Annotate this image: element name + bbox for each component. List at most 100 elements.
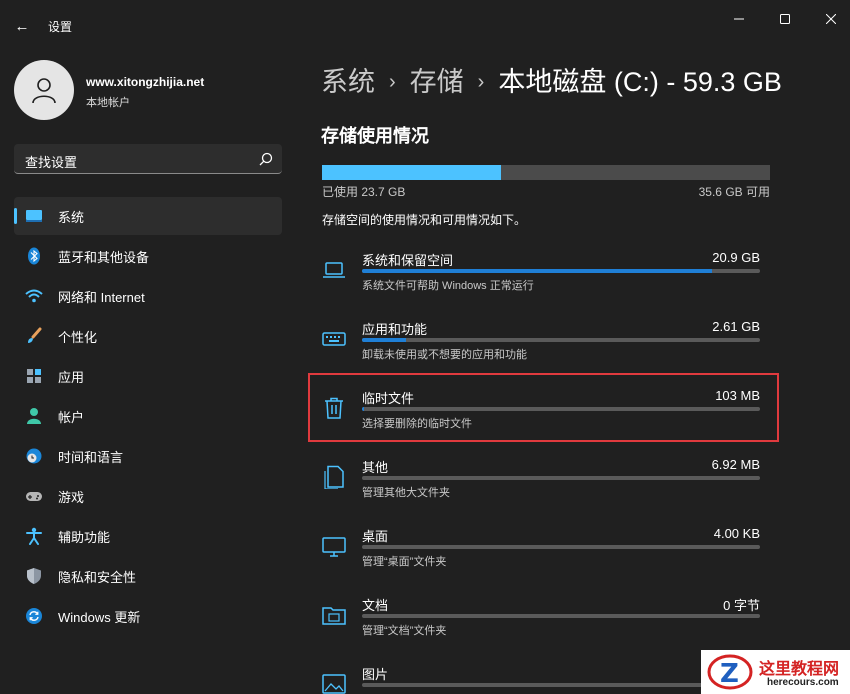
section-title: 存储使用情况: [321, 126, 429, 146]
category-name: 桌面: [362, 529, 389, 544]
site-logo-icon: Z: [707, 654, 753, 690]
category-size: 103 MB: [715, 388, 760, 403]
breadcrumb-separator: ›: [389, 71, 396, 93]
maximize-button[interactable]: [762, 6, 808, 32]
back-button[interactable]: ←: [10, 14, 34, 38]
accessibility-icon: [25, 527, 43, 545]
sidebar-item-label: 应用: [58, 369, 85, 385]
sidebar-item-label: 个性化: [58, 329, 98, 345]
sidebar-item-label: 游戏: [58, 489, 85, 505]
gamepad-icon: [25, 487, 43, 505]
monitor-icon: [322, 537, 346, 557]
shield-icon: [25, 567, 43, 585]
page-title: 本地磁盘 (C:) - 59.3 GB: [498, 67, 782, 97]
sidebar-item-network[interactable]: 网络和 Internet: [14, 277, 282, 315]
svg-text:Z: Z: [720, 659, 739, 689]
account-type: 本地帐户: [86, 97, 130, 109]
category-description: 管理其他大文件夹: [362, 487, 450, 499]
breadcrumb-storage-link[interactable]: 存储: [410, 67, 464, 97]
category-size: 4.00 KB: [713, 526, 760, 541]
minimize-icon: [734, 18, 744, 20]
category-temp-files[interactable]: 临时文件 103 MB 选择要删除的临时文件: [322, 388, 762, 448]
storage-usage-bar: [322, 165, 770, 180]
category-usage-fill: [362, 269, 713, 273]
sidebar-item-personalization[interactable]: 个性化: [14, 317, 282, 355]
brush-icon: [25, 327, 43, 345]
category-usage-fill: [362, 407, 364, 411]
free-space-label: 35.6 GB 可用: [698, 185, 770, 199]
keyboard-icon: [322, 332, 346, 346]
sidebar-item-windows-update[interactable]: Windows 更新: [14, 597, 282, 635]
category-description: 选择要删除的临时文件: [362, 418, 472, 430]
watermark: Z 这里教程网 herecours.com: [701, 650, 850, 694]
avatar[interactable]: [14, 60, 74, 120]
category-size: 20.9 GB: [712, 250, 760, 265]
laptop-icon: [323, 262, 345, 278]
profile-name: www.xitongzhijia.net: [86, 75, 205, 89]
sidebar-item-accessibility[interactable]: 辅助功能: [14, 517, 282, 555]
category-size: 6.92 MB: [711, 457, 760, 472]
category-name: 其他: [362, 460, 389, 475]
picture-icon: [322, 674, 346, 694]
category-name: 应用和功能: [362, 322, 428, 337]
category-other[interactable]: 其他 6.92 MB 管理其他大文件夹: [322, 457, 762, 517]
sidebar-item-label: 辅助功能: [58, 529, 111, 545]
sidebar-item-label: 帐户: [58, 409, 85, 425]
wifi-icon: [25, 287, 43, 305]
category-size: 0 字节: [723, 598, 760, 613]
category-name: 文档: [362, 598, 389, 613]
sidebar-item-accounts[interactable]: 帐户: [14, 397, 282, 435]
storage-usage-fill: [322, 165, 502, 180]
close-icon: [826, 14, 836, 24]
category-description: 管理“桌面”文件夹: [362, 556, 447, 568]
sidebar-item-system[interactable]: 系统: [14, 197, 282, 235]
back-arrow-icon: ←: [14, 17, 30, 35]
sidebar-item-privacy[interactable]: 隐私和安全性: [14, 557, 282, 595]
category-apps-features[interactable]: 应用和功能 2.61 GB 卸载未使用或不想要的应用和功能: [322, 319, 762, 379]
title-bar: ← 设置: [0, 0, 850, 50]
bluetooth-icon: [25, 247, 43, 265]
update-icon: [25, 607, 43, 625]
person-icon: [32, 78, 56, 104]
category-usage-bar: [362, 269, 760, 273]
close-button[interactable]: [808, 6, 850, 32]
sidebar-item-label: 网络和 Internet: [58, 289, 145, 305]
category-usage-bar: [362, 614, 760, 618]
person-icon: [25, 407, 43, 425]
category-name: 系统和保留空间: [362, 253, 454, 268]
search-icon[interactable]: [258, 151, 274, 167]
breadcrumb-separator: ›: [477, 71, 485, 93]
watermark-url: herecours.com: [767, 677, 839, 688]
globe-clock-icon: [25, 447, 43, 465]
category-size: 2.61 GB: [712, 319, 760, 334]
sidebar-item-label: 蓝牙和其他设备: [58, 249, 150, 265]
app-title: 设置: [48, 20, 73, 34]
sidebar-item-label: Windows 更新: [58, 609, 141, 625]
category-usage-bar: [362, 545, 760, 549]
folder-icon: [322, 607, 346, 625]
category-description: 系统文件可帮助 Windows 正常运行: [362, 280, 534, 292]
search-box[interactable]: 查找设置: [14, 144, 282, 174]
category-pictures[interactable]: 图片: [322, 664, 762, 694]
minimize-button[interactable]: [716, 6, 762, 32]
sidebar-item-apps[interactable]: 应用: [14, 357, 282, 395]
category-documents[interactable]: 文档 0 字节 管理“文档”文件夹: [322, 595, 762, 655]
category-usage-fill: [362, 338, 406, 342]
search-input[interactable]: 查找设置: [25, 152, 77, 171]
apps-icon: [25, 367, 43, 385]
category-name: 图片: [362, 667, 389, 682]
category-description: 卸载未使用或不想要的应用和功能: [362, 349, 527, 361]
category-desktop[interactable]: 桌面 4.00 KB 管理“桌面”文件夹: [322, 526, 762, 586]
sidebar-item-bluetooth[interactable]: 蓝牙和其他设备: [14, 237, 282, 275]
trash-icon: [325, 397, 343, 419]
category-system-reserved[interactable]: 系统和保留空间 20.9 GB 系统文件可帮助 Windows 正常运行: [322, 250, 762, 310]
sidebar-item-label: 时间和语言: [58, 449, 124, 465]
sidebar-item-gaming[interactable]: 游戏: [14, 477, 282, 515]
sidebar-item-time-language[interactable]: 时间和语言: [14, 437, 282, 475]
breadcrumb-system-link[interactable]: 系统: [321, 67, 375, 97]
category-usage-bar: [362, 338, 760, 342]
sidebar-item-label: 隐私和安全性: [58, 569, 137, 585]
category-name: 临时文件: [362, 391, 415, 406]
maximize-icon: [780, 14, 790, 24]
sidebar-item-label: 系统: [58, 209, 85, 225]
